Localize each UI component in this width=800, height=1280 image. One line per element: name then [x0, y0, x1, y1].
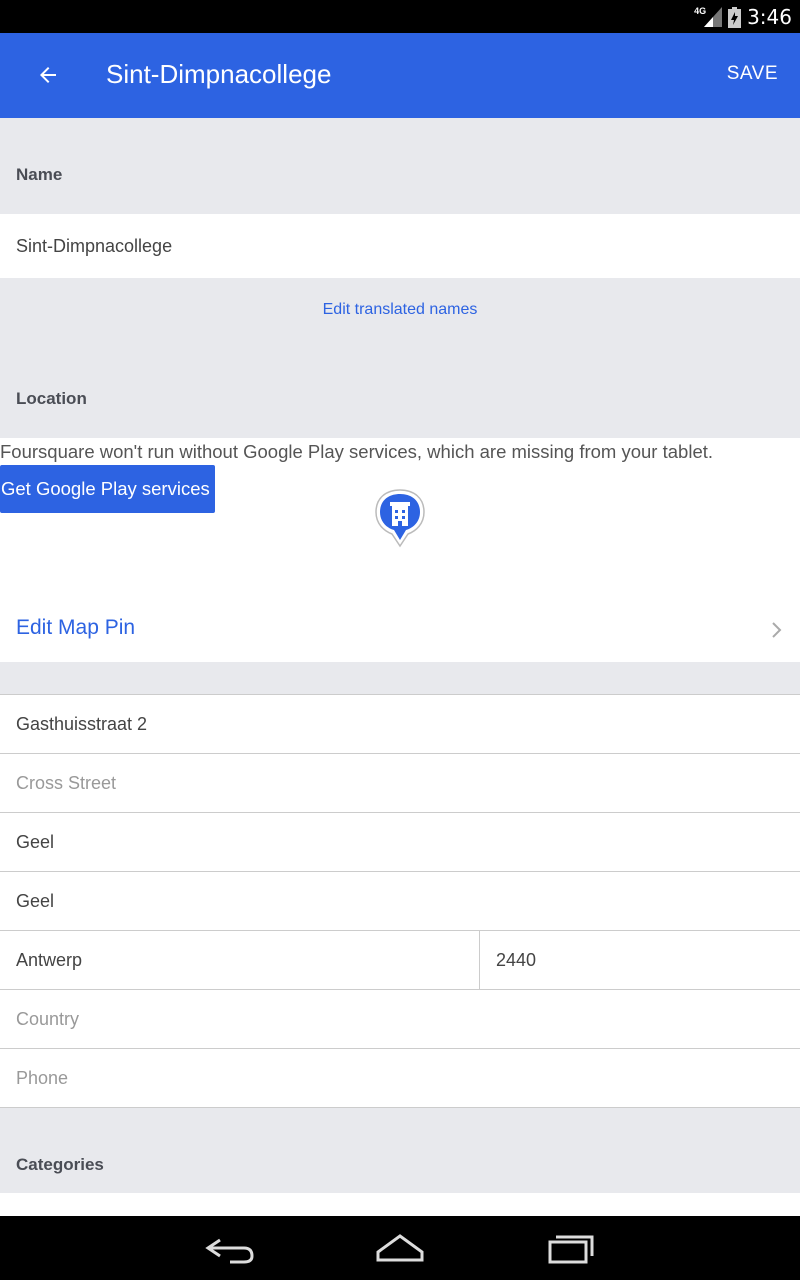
cross-street-placeholder: Cross Street [16, 773, 117, 793]
cross-street-field[interactable]: Cross Street [0, 754, 800, 813]
app-toolbar: Sint-Dimpnacollege SAVE [0, 33, 800, 118]
building-pin-icon [375, 489, 425, 548]
save-button[interactable]: SAVE [727, 63, 778, 85]
city-field[interactable]: Geel [0, 813, 800, 872]
status-icons: 4G 3:46 [694, 4, 792, 30]
back-nav-icon[interactable] [200, 1230, 260, 1266]
postal-code-value: 2440 [496, 950, 537, 970]
location-section-header: Edit translated names Location [0, 278, 800, 438]
name-value: Sint-Dimpnacollege [16, 236, 173, 256]
street-field[interactable]: Gasthuisstraat 2 [0, 695, 800, 754]
system-nav-bar [0, 1216, 800, 1280]
back-button[interactable] [28, 55, 68, 95]
edit-map-pin-label: Edit Map Pin [16, 616, 136, 639]
network-type-label: 4G [694, 6, 707, 16]
edit-map-pin-row[interactable]: Edit Map Pin [0, 608, 800, 652]
state-field[interactable]: Antwerp [0, 931, 480, 989]
municipality-field[interactable]: Geel [0, 872, 800, 931]
arrow-left-icon [40, 67, 56, 83]
battery-icon [728, 6, 742, 28]
page-title: Sint-Dimpnacollege [106, 59, 332, 89]
name-field[interactable]: Sint-Dimpnacollege [0, 214, 800, 278]
phone-placeholder: Phone [16, 1068, 69, 1088]
municipality-value: Geel [16, 891, 55, 911]
country-field[interactable]: Country [0, 990, 800, 1049]
city-value: Geel [16, 832, 55, 852]
chevron-right-icon [772, 622, 782, 638]
location-section-label: Location [16, 389, 87, 408]
categories-list [0, 1193, 800, 1216]
street-value: Gasthuisstraat 2 [16, 714, 148, 734]
address-fields: Gasthuisstraat 2 Cross Street Geel Geel … [0, 694, 800, 1108]
get-play-services-button[interactable]: Get Google Play services [0, 465, 215, 513]
edit-translated-names-link[interactable]: Edit translated names [0, 301, 800, 319]
categories-section-header: Categories [0, 1108, 800, 1193]
edit-venue-screen: 4G 3:46 Sint-Dimpnacollege SAVE Name Sin… [0, 0, 800, 1280]
home-nav-icon[interactable] [370, 1230, 430, 1266]
map-area: Foursquare won't run without Google Play… [0, 438, 800, 662]
name-section-label: Name [16, 165, 63, 184]
phone-field[interactable]: Phone [0, 1049, 800, 1108]
categories-section-label: Categories [16, 1155, 104, 1174]
play-services-message: Foursquare won't run without Google Play… [0, 441, 714, 462]
signal-icon [704, 7, 723, 27]
recents-nav-icon[interactable] [540, 1230, 600, 1266]
state-postal-row: Antwerp 2440 [0, 931, 800, 990]
postal-code-field[interactable]: 2440 [480, 931, 800, 989]
clock: 3:46 [747, 5, 792, 29]
name-section-header: Name [0, 118, 800, 214]
state-value: Antwerp [16, 950, 83, 970]
country-placeholder: Country [16, 1009, 80, 1029]
status-bar: 4G 3:46 [0, 0, 800, 33]
